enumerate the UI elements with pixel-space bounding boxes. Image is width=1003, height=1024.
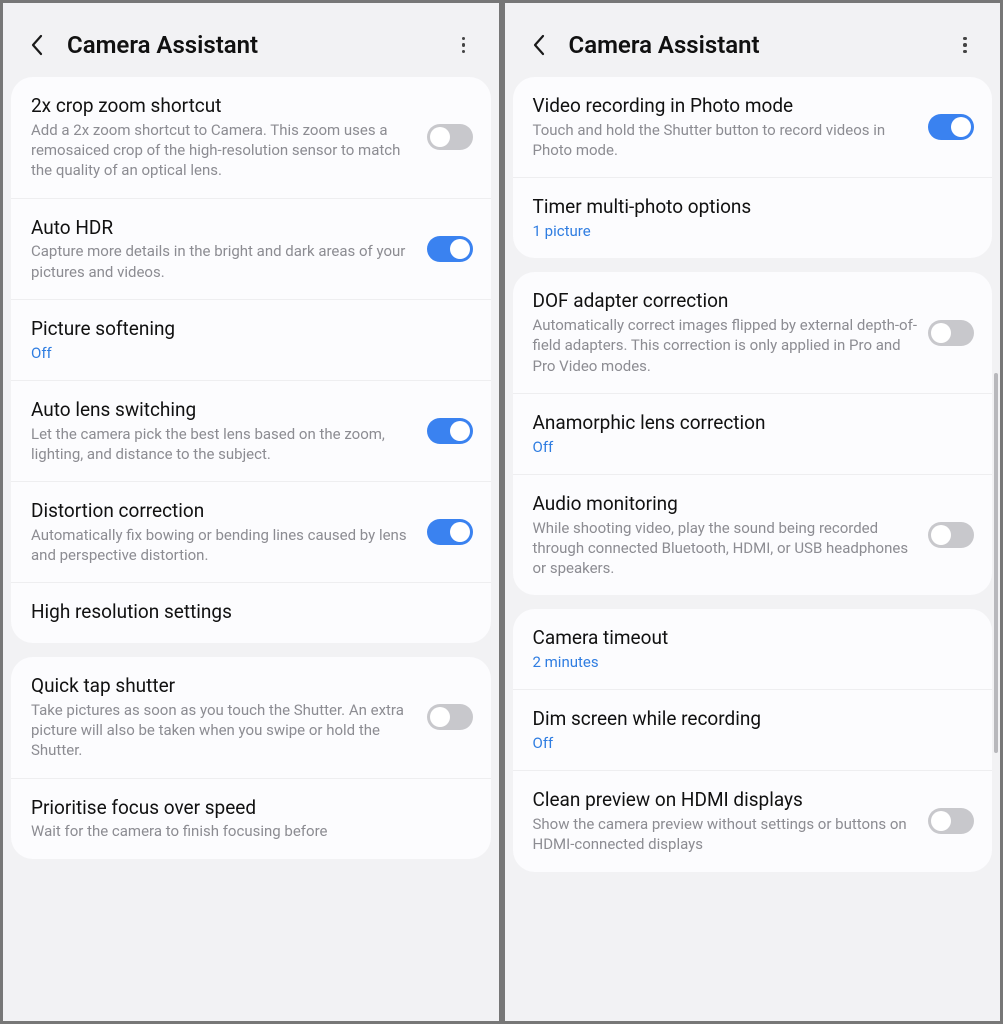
- toggle-distortion-correction[interactable]: [427, 519, 473, 545]
- header: Camera Assistant: [505, 3, 1001, 77]
- setting-title: Video recording in Photo mode: [533, 94, 919, 118]
- setting-row-dim-screen[interactable]: Dim screen while recording Off: [513, 690, 993, 771]
- setting-title: Timer multi-photo options: [533, 195, 965, 219]
- setting-row-distortion-correction[interactable]: Distortion correction Automatically fix …: [11, 482, 491, 583]
- setting-row-quick-tap-shutter[interactable]: Quick tap shutter Take pictures as soon …: [11, 657, 491, 779]
- setting-row-picture-softening[interactable]: Picture softening Off: [11, 300, 491, 381]
- setting-desc: Automatically correct images flipped by …: [533, 315, 919, 376]
- toggle-2x-crop-zoom[interactable]: [427, 124, 473, 150]
- setting-title: Clean preview on HDMI displays: [533, 788, 919, 812]
- setting-title: Anamorphic lens correction: [533, 411, 965, 435]
- setting-value: Off: [533, 733, 965, 753]
- setting-row-auto-lens-switching[interactable]: Auto lens switching Let the camera pick …: [11, 381, 491, 482]
- setting-row-prioritise-focus[interactable]: Prioritise focus over speed Wait for the…: [11, 779, 491, 859]
- setting-row-camera-timeout[interactable]: Camera timeout 2 minutes: [513, 609, 993, 690]
- setting-value: 2 minutes: [533, 652, 965, 672]
- setting-desc: Automatically fix bowing or bending line…: [31, 525, 417, 566]
- setting-value: Off: [533, 437, 965, 457]
- setting-desc: Show the camera preview without settings…: [533, 814, 919, 855]
- page-title: Camera Assistant: [67, 31, 455, 59]
- setting-title: High resolution settings: [31, 600, 463, 624]
- setting-title: Distortion correction: [31, 499, 417, 523]
- more-icon[interactable]: [455, 33, 479, 57]
- setting-row-video-in-photo-mode[interactable]: Video recording in Photo mode Touch and …: [513, 77, 993, 178]
- setting-row-audio-monitoring[interactable]: Audio monitoring While shooting video, p…: [513, 475, 993, 596]
- setting-desc: Wait for the camera to finish focusing b…: [31, 821, 463, 841]
- setting-row-2x-crop-zoom[interactable]: 2x crop zoom shortcut Add a 2x zoom shor…: [11, 77, 491, 199]
- toggle-dof-adapter[interactable]: [928, 320, 974, 346]
- back-icon[interactable]: [527, 33, 551, 57]
- setting-desc: Let the camera pick the best lens based …: [31, 424, 417, 465]
- setting-value: 1 picture: [533, 221, 965, 241]
- setting-title: Auto lens switching: [31, 398, 417, 422]
- more-icon[interactable]: [956, 33, 980, 57]
- setting-title: Quick tap shutter: [31, 674, 417, 698]
- setting-desc: Take pictures as soon as you touch the S…: [31, 700, 417, 761]
- scroll-indicator[interactable]: [994, 373, 998, 753]
- toggle-quick-tap-shutter[interactable]: [427, 704, 473, 730]
- setting-desc: Add a 2x zoom shortcut to Camera. This z…: [31, 120, 417, 181]
- page-title: Camera Assistant: [569, 31, 957, 59]
- toggle-video-in-photo-mode[interactable]: [928, 114, 974, 140]
- header: Camera Assistant: [3, 3, 499, 77]
- setting-row-anamorphic-lens[interactable]: Anamorphic lens correction Off: [513, 394, 993, 475]
- setting-title: DOF adapter correction: [533, 289, 919, 313]
- setting-title: Audio monitoring: [533, 492, 919, 516]
- settings-group: Video recording in Photo mode Touch and …: [513, 77, 993, 258]
- phone-right: Camera Assistant Video recording in Phot…: [502, 0, 1003, 1024]
- settings-group: Camera timeout 2 minutes Dim screen whil…: [513, 609, 993, 871]
- toggle-auto-hdr[interactable]: [427, 236, 473, 262]
- toggle-audio-monitoring[interactable]: [928, 522, 974, 548]
- setting-desc: Touch and hold the Shutter button to rec…: [533, 120, 919, 161]
- settings-content: Video recording in Photo mode Touch and …: [505, 77, 1001, 1021]
- phone-left: Camera Assistant 2x crop zoom shortcut A…: [0, 0, 502, 1024]
- setting-title: Camera timeout: [533, 626, 965, 650]
- setting-row-clean-preview-hdmi[interactable]: Clean preview on HDMI displays Show the …: [513, 771, 993, 871]
- settings-group: 2x crop zoom shortcut Add a 2x zoom shor…: [11, 77, 491, 643]
- back-icon[interactable]: [25, 33, 49, 57]
- setting-title: Picture softening: [31, 317, 463, 341]
- setting-row-auto-hdr[interactable]: Auto HDR Capture more details in the bri…: [11, 199, 491, 300]
- settings-group: DOF adapter correction Automatically cor…: [513, 272, 993, 595]
- setting-title: Auto HDR: [31, 216, 417, 240]
- setting-title: 2x crop zoom shortcut: [31, 94, 417, 118]
- setting-row-high-resolution[interactable]: High resolution settings: [11, 583, 491, 643]
- setting-desc: While shooting video, play the sound bei…: [533, 518, 919, 579]
- toggle-clean-preview-hdmi[interactable]: [928, 808, 974, 834]
- setting-desc: Capture more details in the bright and d…: [31, 241, 417, 282]
- setting-row-timer-multi-photo[interactable]: Timer multi-photo options 1 picture: [513, 178, 993, 258]
- settings-group: Quick tap shutter Take pictures as soon …: [11, 657, 491, 859]
- setting-title: Dim screen while recording: [533, 707, 965, 731]
- setting-title: Prioritise focus over speed: [31, 796, 463, 820]
- toggle-auto-lens-switching[interactable]: [427, 418, 473, 444]
- setting-row-dof-adapter[interactable]: DOF adapter correction Automatically cor…: [513, 272, 993, 394]
- setting-value: Off: [31, 343, 463, 363]
- settings-content: 2x crop zoom shortcut Add a 2x zoom shor…: [3, 77, 499, 1021]
